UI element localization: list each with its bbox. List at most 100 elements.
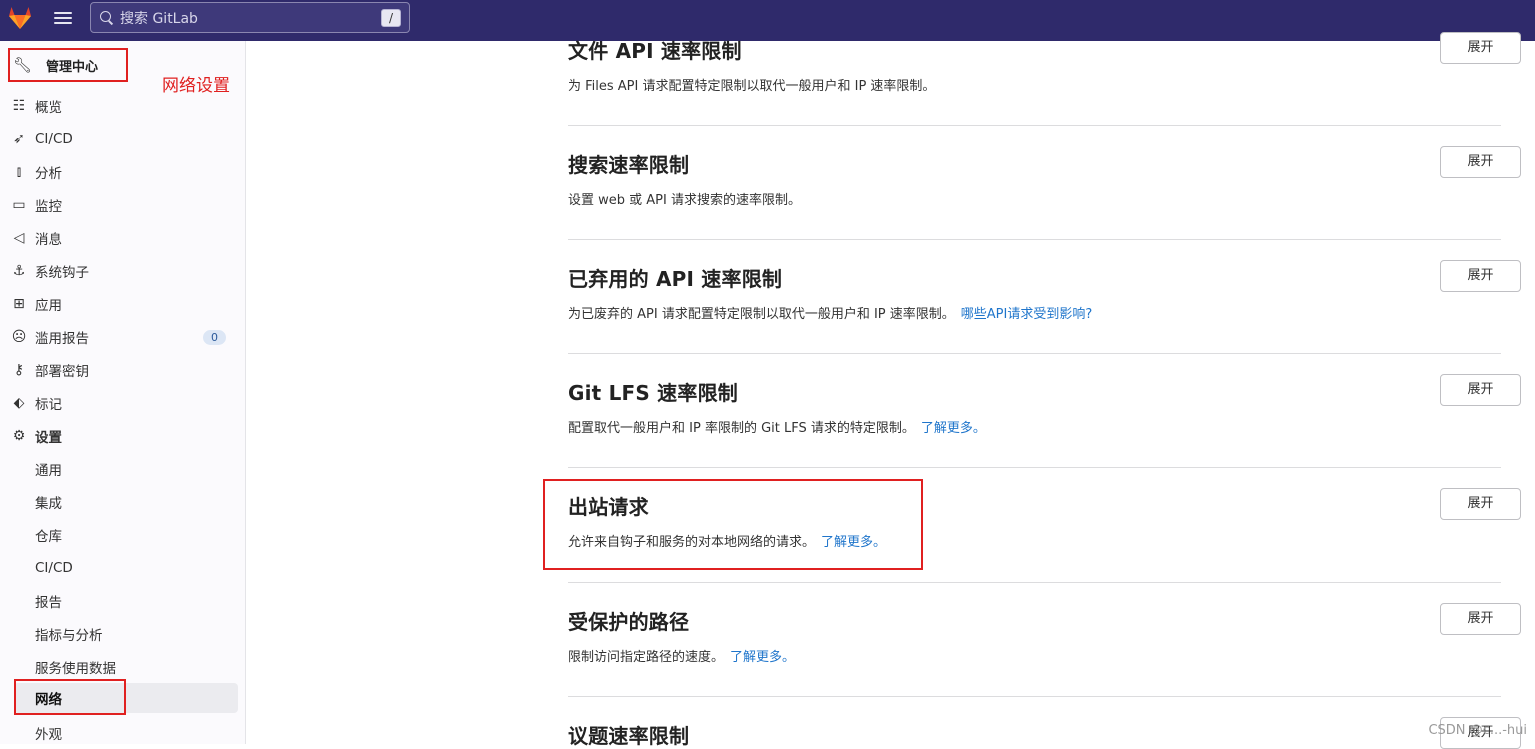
anchor-icon: ⚓︎: [12, 263, 26, 279]
expand-button-git-lfs[interactable]: 展开: [1440, 374, 1521, 406]
sidebar-subitem-reporting[interactable]: 报告: [0, 586, 246, 616]
section-description-text: 设置 web 或 API 请求搜索的速率限制。: [568, 193, 801, 208]
search-icon: [100, 10, 114, 25]
section-title: 议题速率限制: [568, 724, 690, 748]
section-title: Git LFS 速率限制: [568, 381, 738, 405]
sidebar-subitem-general[interactable]: 通用: [0, 454, 246, 484]
section-description-text: 限制访问指定路径的速度。: [568, 650, 725, 665]
sidebar-subitem-label: 报告: [35, 595, 62, 611]
sidebar-item-labels[interactable]: ⬖ 标记: [0, 388, 246, 418]
sidebar-item-label: CI/CD: [35, 131, 73, 147]
sidebar-subitem-label: 服务使用数据: [35, 661, 116, 677]
section-title: 文件 API 速率限制: [568, 39, 742, 63]
sidebar-item-label: 消息: [35, 232, 62, 248]
annotation-box-network: [14, 679, 126, 715]
sidebar-subitem-metrics[interactable]: 指标与分析: [0, 619, 246, 649]
monitor-icon: ▭: [12, 197, 26, 213]
sidebar-item-label: 系统钩子: [35, 265, 89, 281]
search-placeholder: 搜索 GitLab: [120, 10, 198, 27]
sidebar-subitem-repository[interactable]: 仓库: [0, 520, 246, 550]
section-issue-rate-limit: 议题速率限制: [568, 720, 1535, 749]
search-shortcut-key: /: [381, 8, 401, 27]
section-description: 限制访问指定路径的速度。 了解更多。: [568, 646, 1535, 665]
sidebar-item-analytics[interactable]: ⫾ 分析: [0, 157, 246, 187]
sidebar-item-applications[interactable]: ⊞ 应用: [0, 289, 246, 319]
sidebar-item-label: 部署密钥: [35, 364, 89, 380]
sidebar-item-label: 概览: [35, 100, 62, 116]
sidebar-item-label: 标记: [35, 397, 62, 413]
apps-icon: ⊞: [13, 296, 25, 312]
sidebar-item-abuse-reports[interactable]: ☹︎ 滥用报告 0: [0, 322, 246, 352]
sidebar: 🔧︎ 管理中心 网络设置 ☷ 概览 ➶ CI/CD ⫾ 分析 ▭ 监控 ◁ 消息…: [0, 41, 246, 744]
expand-button-search[interactable]: 展开: [1440, 146, 1521, 178]
section-description: 为已废弃的 API 请求配置特定限制以取代一般用户和 IP 速率限制。 哪些API…: [568, 303, 1535, 322]
tag-icon: ⬖: [13, 395, 25, 411]
section-search-rate-limit: 搜索速率限制 设置 web 或 API 请求搜索的速率限制。: [568, 149, 1535, 208]
section-divider: [568, 696, 1501, 697]
sidebar-subitem-label: CI/CD: [35, 560, 73, 576]
expand-button-files-api[interactable]: 展开: [1440, 32, 1521, 64]
section-git-lfs-rate-limit: Git LFS 速率限制 配置取代一般用户和 IP 率限制的 Git LFS 请…: [568, 377, 1535, 436]
overview-icon: ☷: [12, 98, 26, 114]
hamburger-menu-icon[interactable]: [52, 9, 74, 27]
section-deprecated-api-rate-limit: 已弃用的 API 速率限制 为已废弃的 API 请求配置特定限制以取代一般用户和…: [568, 263, 1535, 322]
section-protected-paths: 受保护的路径 限制访问指定路径的速度。 了解更多。: [568, 606, 1535, 665]
sidebar-subitem-service-usage[interactable]: 服务使用数据: [0, 652, 246, 682]
sidebar-item-messages[interactable]: ◁ 消息: [0, 223, 246, 253]
sidebar-item-monitoring[interactable]: ▭ 监控: [0, 190, 246, 220]
sidebar-item-label: 应用: [35, 298, 62, 314]
section-description: 为 Files API 请求配置特定限制以取代一般用户和 IP 速率限制。: [568, 75, 1535, 94]
gitlab-logo-icon[interactable]: [6, 4, 34, 32]
chart-icon: ⫾: [16, 164, 22, 180]
gear-icon: ⚙︎: [12, 428, 26, 444]
section-divider: [568, 239, 1501, 240]
rocket-icon: ➶: [13, 131, 25, 147]
learn-more-link[interactable]: 了解更多。: [730, 650, 795, 665]
learn-more-link[interactable]: 了解更多。: [921, 421, 986, 436]
sidebar-item-settings[interactable]: ⚙︎ 设置: [0, 421, 246, 451]
sidebar-subitem-cicd[interactable]: CI/CD: [0, 553, 246, 583]
sidebar-item-label: 监控: [35, 199, 62, 215]
sidebar-item-deploy-keys[interactable]: ⚷ 部署密钥: [0, 355, 246, 385]
sidebar-subitem-integrations[interactable]: 集成: [0, 487, 246, 517]
csdn-watermark: CSDN @c...-hui: [1428, 723, 1527, 738]
section-divider: [568, 582, 1501, 583]
section-description: 配置取代一般用户和 IP 率限制的 Git LFS 请求的特定限制。 了解更多。: [568, 417, 1535, 436]
sidebar-header-admin[interactable]: 🔧︎ 管理中心: [8, 48, 128, 82]
sidebar-item-label: 设置: [35, 430, 62, 446]
search-input[interactable]: 搜索 GitLab /: [90, 2, 410, 33]
section-description-text: 为已废弃的 API 请求配置特定限制以取代一般用户和 IP 速率限制。: [568, 307, 955, 322]
section-title: 搜索速率限制: [568, 153, 690, 177]
section-divider: [568, 353, 1501, 354]
sidebar-subitem-label: 仓库: [35, 529, 62, 545]
sidebar-item-label: 滥用报告: [35, 331, 89, 347]
section-divider: [568, 467, 1501, 468]
sidebar-item-label: 分析: [35, 166, 62, 182]
sidebar-header-label: 管理中心: [46, 59, 99, 75]
expand-button-protected-paths[interactable]: 展开: [1440, 603, 1521, 635]
section-description: 设置 web 或 API 请求搜索的速率限制。: [568, 189, 1535, 208]
section-title: 已弃用的 API 速率限制: [568, 267, 783, 291]
sidebar-item-overview[interactable]: ☷ 概览: [0, 91, 246, 121]
main-content: 文件 API 速率限制 为 Files API 请求配置特定限制以取代一般用户和…: [247, 32, 1535, 749]
annotation-box-outbound: [543, 479, 923, 570]
expand-button-outbound[interactable]: 展开: [1440, 488, 1521, 520]
section-title: 受保护的路径: [568, 610, 690, 634]
affected-api-link[interactable]: 哪些API请求受到影响?: [961, 307, 1092, 322]
sidebar-subitem-label: 集成: [35, 496, 62, 512]
sidebar-item-system-hooks[interactable]: ⚓︎ 系统钩子: [0, 256, 246, 286]
section-files-api-rate-limit: 文件 API 速率限制 为 Files API 请求配置特定限制以取代一般用户和…: [568, 35, 1535, 94]
megaphone-icon: ◁: [13, 230, 25, 246]
sidebar-subitem-label: 指标与分析: [35, 628, 103, 644]
sidebar-subitem-label: 外观: [35, 727, 62, 743]
section-description-text: 配置取代一般用户和 IP 率限制的 Git LFS 请求的特定限制。: [568, 421, 915, 436]
key-icon: ⚷: [13, 362, 25, 378]
section-description-text: 为 Files API 请求配置特定限制以取代一般用户和 IP 速率限制。: [568, 79, 936, 94]
wrench-icon: 🔧︎: [13, 56, 33, 74]
face-icon: ☹︎: [11, 329, 27, 345]
sidebar-subitem-label: 通用: [35, 463, 62, 479]
expand-button-deprecated-api[interactable]: 展开: [1440, 260, 1521, 292]
sidebar-item-cicd[interactable]: ➶ CI/CD: [0, 124, 246, 154]
section-divider: [568, 125, 1501, 126]
count-badge: 0: [203, 329, 226, 345]
